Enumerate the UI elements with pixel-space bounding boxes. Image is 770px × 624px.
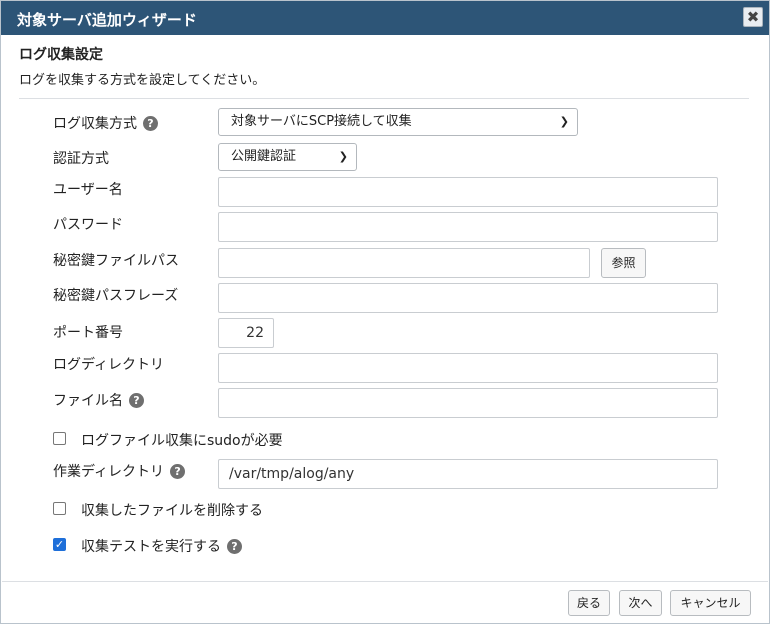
- sudo-required-checkbox[interactable]: [53, 432, 66, 445]
- delete-collected-checkbox[interactable]: [53, 502, 66, 515]
- browse-button[interactable]: 参照: [601, 248, 646, 278]
- next-button[interactable]: 次へ: [619, 590, 662, 616]
- password-field[interactable]: [218, 212, 718, 242]
- section-title: ログ収集設定: [19, 47, 103, 63]
- run-test-label[interactable]: 収集テストを実行する?: [81, 536, 242, 556]
- run-test-checkbox[interactable]: ✓: [53, 538, 66, 551]
- port-label: ポート番号: [53, 325, 123, 341]
- file-name-label-text: ファイル名: [53, 393, 123, 409]
- back-button[interactable]: 戻る: [568, 590, 610, 616]
- run-test-label-text: 収集テストを実行する: [81, 539, 221, 555]
- passphrase-field[interactable]: [218, 283, 718, 313]
- work-directory-label: 作業ディレクトリ?: [53, 461, 186, 481]
- divider-top: [19, 98, 749, 99]
- file-name-field[interactable]: [218, 388, 718, 418]
- auth-method-select[interactable]: 公開鍵認証 ❯: [218, 143, 357, 171]
- wizard-dialog: 対象サーバ追加ウィザード ✖ ログ収集設定 ログを収集する方式を設定してください…: [0, 0, 770, 624]
- delete-collected-label[interactable]: 収集したファイルを削除する: [81, 500, 263, 520]
- collection-method-value: 対象サーバにSCP接続して収集: [231, 114, 412, 129]
- private-key-path-label: 秘密鍵ファイルパス: [53, 253, 179, 269]
- question-icon[interactable]: ?: [143, 116, 158, 131]
- auth-method-value: 公開鍵認証: [231, 149, 297, 164]
- dialog-title: 対象サーバ追加ウィザード: [17, 11, 197, 29]
- work-directory-field[interactable]: /var/tmp/alog/any: [218, 459, 718, 489]
- question-icon[interactable]: ?: [129, 393, 144, 408]
- question-icon[interactable]: ?: [227, 539, 242, 554]
- cancel-button[interactable]: キャンセル: [670, 590, 751, 616]
- collection-method-label: ログ収集方式?: [53, 113, 158, 133]
- username-field[interactable]: [218, 177, 718, 207]
- collection-method-select[interactable]: 対象サーバにSCP接続して収集 ❯: [218, 108, 578, 136]
- chevron-down-icon: ❯: [559, 115, 569, 128]
- work-directory-label-text: 作業ディレクトリ: [53, 464, 165, 480]
- auth-method-label: 認証方式: [53, 151, 109, 167]
- question-icon[interactable]: ?: [170, 464, 186, 479]
- collection-method-label-text: ログ収集方式: [53, 116, 137, 132]
- passphrase-label: 秘密鍵パスフレーズ: [53, 288, 179, 304]
- log-directory-field[interactable]: [218, 353, 718, 383]
- section-description: ログを収集する方式を設定してください。: [19, 73, 266, 88]
- log-directory-label: ログディレクトリ: [53, 357, 165, 373]
- close-icon[interactable]: ✖: [743, 7, 763, 27]
- port-field[interactable]: 22: [218, 318, 274, 348]
- username-label: ユーザー名: [53, 182, 123, 198]
- chevron-down-icon: ❯: [338, 150, 348, 163]
- divider-footer: [2, 581, 768, 582]
- file-name-label: ファイル名?: [53, 390, 144, 410]
- sudo-required-label[interactable]: ログファイル収集にsudoが必要: [81, 430, 283, 450]
- private-key-path-field[interactable]: [218, 248, 590, 278]
- title-bar[interactable]: 対象サーバ追加ウィザード ✖: [1, 1, 769, 35]
- password-label: パスワード: [53, 217, 123, 233]
